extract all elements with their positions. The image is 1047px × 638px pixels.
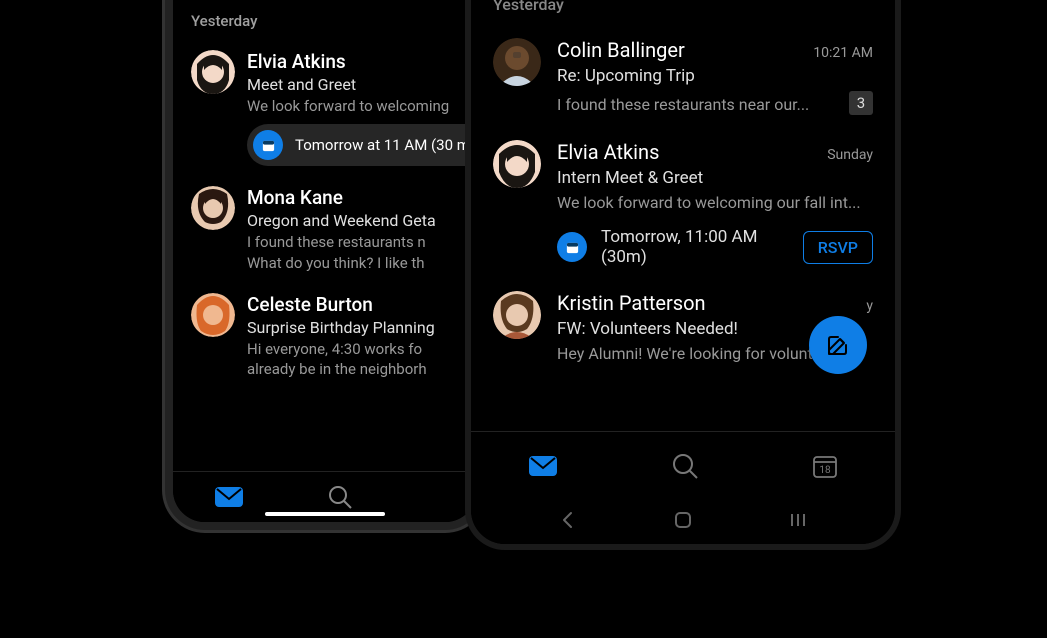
email-sender: Kristin Patterson — [557, 291, 706, 315]
nav-home[interactable] — [673, 510, 693, 534]
calendar-icon — [253, 130, 283, 160]
search-icon — [327, 484, 353, 510]
section-header: Yesterday — [471, 0, 895, 26]
event-chip-text: Tomorrow at 11 AM (30 m — [295, 136, 470, 154]
email-header-row: Colin Ballinger 10:21 AM — [557, 38, 873, 62]
event-row[interactable]: Tomorrow, 11:00 AM (30m) RSVP — [557, 227, 873, 267]
email-header-row: Elvia Atkins Sunday — [557, 140, 873, 164]
nav-recent[interactable] — [788, 510, 808, 534]
tab-calendar[interactable]: 18 — [812, 453, 838, 479]
event-chip[interactable]: Tomorrow at 11 AM (30 m — [247, 124, 477, 166]
avatar — [493, 291, 541, 339]
nav-back[interactable] — [558, 510, 578, 534]
preview-row: I found these restaurants near our... 3 — [557, 90, 873, 116]
email-content: Elvia Atkins Sunday Intern Meet & Greet … — [557, 140, 873, 268]
svg-text:18: 18 — [820, 465, 832, 476]
email-sender: Elvia Atkins — [247, 50, 459, 73]
email-preview: I found these restaurants n What do you … — [247, 232, 459, 273]
email-header-row: Kristin Patterson y — [557, 291, 873, 315]
avatar — [191, 50, 235, 94]
email-sender: Celeste Burton — [247, 293, 459, 316]
email-sender: Colin Ballinger — [557, 38, 685, 62]
email-item[interactable]: Elvia Atkins Meet and Greet We look forw… — [173, 40, 477, 176]
email-content: Elvia Atkins Meet and Greet We look forw… — [247, 50, 459, 166]
email-item[interactable]: Mona Kane Oregon and Weekend Geta I foun… — [173, 176, 477, 283]
mail-icon — [528, 454, 558, 478]
email-sender: Mona Kane — [247, 186, 459, 209]
email-timestamp: y — [866, 298, 873, 314]
email-content: Celeste Burton Surprise Birthday Plannin… — [247, 293, 459, 380]
email-sender: Elvia Atkins — [557, 140, 659, 164]
email-subject: Intern Meet & Greet — [557, 168, 873, 188]
email-subject: Re: Upcoming Trip — [557, 66, 873, 86]
email-subject: Oregon and Weekend Geta — [247, 211, 459, 230]
event-row-text: Tomorrow, 11:00 AM (30m) — [601, 227, 789, 267]
chevron-left-icon — [558, 510, 578, 530]
screen-left: Yesterday Elvia Atkins Meet and Greet We… — [173, 0, 477, 522]
email-timestamp: 10:21 AM — [813, 45, 873, 61]
home-indicator[interactable] — [265, 512, 385, 516]
email-content: Colin Ballinger 10:21 AM Re: Upcoming Tr… — [557, 38, 873, 116]
android-nav-bar — [471, 498, 895, 544]
section-header: Yesterday — [173, 8, 477, 40]
inbox-list-left[interactable]: Yesterday Elvia Atkins Meet and Greet We… — [173, 0, 477, 471]
email-subject: Meet and Greet — [247, 75, 459, 94]
square-icon — [673, 510, 693, 530]
tab-search[interactable] — [327, 484, 353, 510]
compose-icon — [826, 333, 850, 357]
email-preview: Hi everyone, 4:30 works fo already be in… — [247, 339, 459, 380]
avatar — [191, 186, 235, 230]
email-subject: Surprise Birthday Planning — [247, 318, 459, 337]
rsvp-button[interactable]: RSVP — [803, 231, 873, 264]
avatar — [493, 140, 541, 188]
email-item[interactable]: Celeste Burton Surprise Birthday Plannin… — [173, 283, 477, 390]
tab-mail[interactable] — [214, 485, 244, 509]
email-preview: I found these restaurants near our... — [557, 94, 839, 116]
calendar-icon: 18 — [812, 453, 838, 479]
tab-search[interactable] — [671, 452, 699, 480]
search-icon — [671, 452, 699, 480]
thread-count-badge: 3 — [849, 91, 873, 115]
calendar-icon — [557, 232, 587, 262]
phone-left: Yesterday Elvia Atkins Meet and Greet We… — [165, 0, 485, 530]
email-preview: We look forward to welcoming — [247, 96, 459, 116]
phone-right: Yesterday Colin Ballinger 10:21 AM Re: U… — [465, 0, 901, 550]
email-item[interactable]: Elvia Atkins Sunday Intern Meet & Greet … — [471, 128, 895, 280]
tab-mail[interactable] — [528, 454, 558, 478]
email-preview: We look forward to welcoming our fall in… — [557, 192, 873, 214]
avatar — [493, 38, 541, 86]
bars-icon — [788, 510, 808, 530]
email-item[interactable]: Colin Ballinger 10:21 AM Re: Upcoming Tr… — [471, 26, 895, 128]
email-content: Mona Kane Oregon and Weekend Geta I foun… — [247, 186, 459, 273]
compose-fab[interactable] — [809, 316, 867, 374]
mail-icon — [214, 485, 244, 509]
avatar — [191, 293, 235, 337]
email-timestamp: Sunday — [827, 147, 873, 163]
screen-right: Yesterday Colin Ballinger 10:21 AM Re: U… — [471, 0, 895, 544]
tab-bar: 18 — [471, 431, 895, 498]
